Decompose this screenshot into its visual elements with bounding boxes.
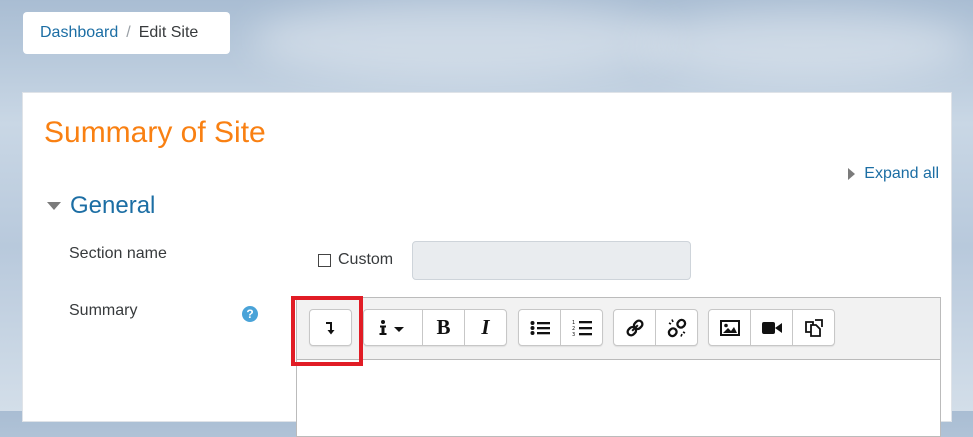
unordered-list-icon[interactable]: [519, 310, 561, 345]
italic-glyph: I: [481, 315, 490, 339]
svg-text:3: 3: [572, 332, 575, 337]
toolbar-group-style: B I: [363, 309, 507, 346]
bold-glyph: B: [436, 315, 451, 339]
background-cloud: [640, 10, 970, 80]
toolbar-group-collapse: [309, 309, 352, 346]
custom-checkbox-label: Custom: [338, 251, 394, 268]
collapse-caret-icon: [47, 202, 61, 210]
info-style-icon[interactable]: [364, 310, 423, 345]
section-general-toggle[interactable]: General: [47, 192, 155, 220]
breadcrumb-separator: /: [126, 24, 131, 41]
toolbar-group-links: [613, 309, 698, 346]
link-icon[interactable]: [614, 310, 656, 345]
breadcrumb-dashboard-link[interactable]: Dashboard: [40, 24, 118, 42]
italic-icon[interactable]: I: [465, 310, 506, 345]
expand-triangle-icon: [848, 168, 856, 180]
help-icon[interactable]: ?: [242, 306, 258, 322]
video-icon[interactable]: [751, 310, 793, 345]
summary-editor: B I 123: [296, 297, 941, 437]
section-name-label: Section name: [69, 245, 167, 262]
ordered-list-icon[interactable]: 123: [561, 310, 602, 345]
unlink-icon[interactable]: [656, 310, 697, 345]
main-card: Summary of Site Expand all General Secti…: [22, 92, 952, 437]
expand-all-link[interactable]: Expand all: [848, 165, 939, 183]
manage-files-icon[interactable]: [793, 310, 834, 345]
section-name-input[interactable]: [412, 241, 691, 280]
collapse-toolbar-icon[interactable]: [310, 310, 351, 345]
page-title: Summary of Site: [44, 116, 266, 149]
checkbox-box[interactable]: [318, 253, 331, 267]
breadcrumb-current: Edit Site: [138, 24, 199, 41]
bold-icon[interactable]: B: [423, 310, 465, 345]
toolbar-group-lists: 123: [518, 309, 603, 346]
background-cloud: [250, 0, 670, 80]
breadcrumb: Dashboard / Edit Site: [23, 12, 230, 54]
image-icon[interactable]: [709, 310, 751, 345]
section-general-title: General: [70, 192, 156, 219]
expand-all-label: Expand all: [864, 165, 939, 182]
summary-label: Summary: [69, 302, 138, 319]
toolbar-group-media: [708, 309, 835, 346]
page-background: { "breadcrumb": { "home": "Dashboard", "…: [0, 0, 973, 437]
custom-checkbox[interactable]: Custom: [318, 251, 393, 269]
summary-text-area[interactable]: [297, 359, 940, 436]
